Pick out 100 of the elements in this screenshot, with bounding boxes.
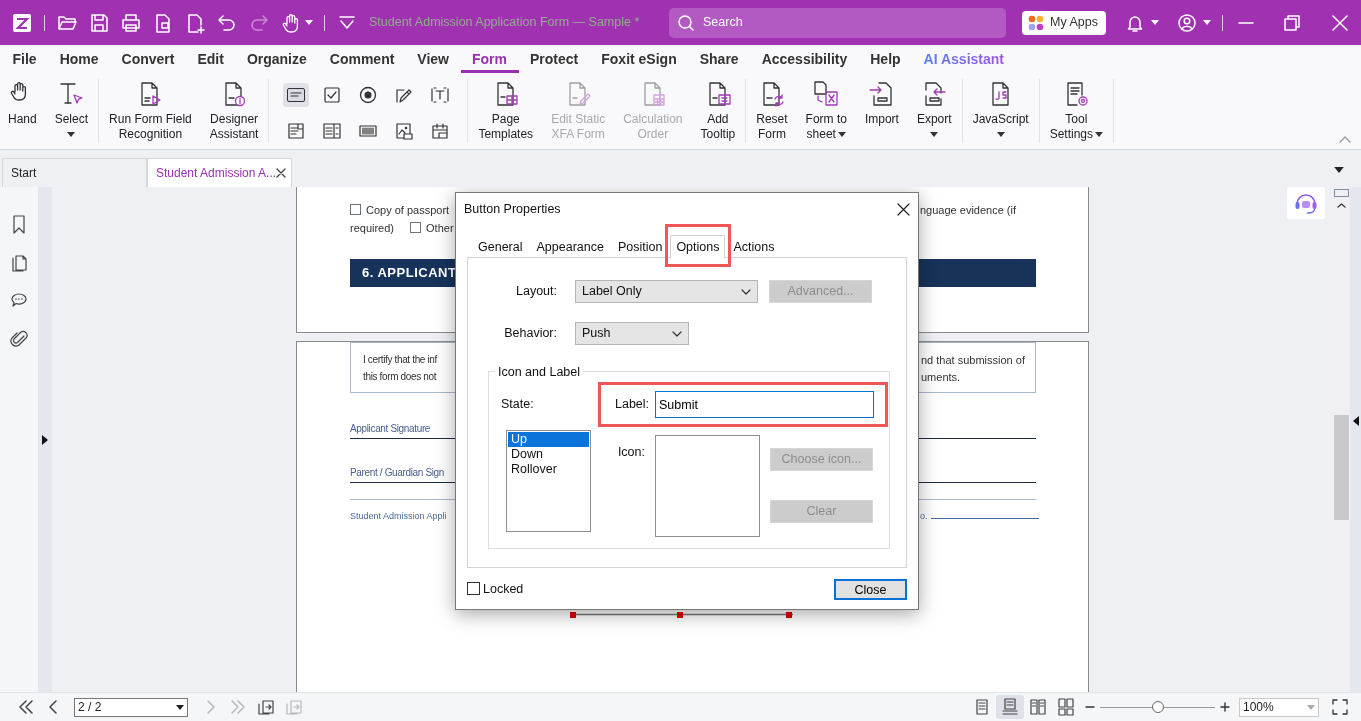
- dialog-tab[interactable]: General: [472, 236, 529, 257]
- menu-tab[interactable]: Help: [858, 47, 913, 73]
- ribbon-button[interactable]: Select: [49, 75, 94, 149]
- layout-dropdown[interactable]: Label Only: [575, 280, 758, 303]
- ribbon-button[interactable]: Run Form Field Recognition: [104, 75, 197, 149]
- two-page-continuous-icon: [1057, 698, 1075, 716]
- ai-assistant-button[interactable]: [1287, 187, 1325, 219]
- menu-tab[interactable]: Organize: [235, 47, 319, 73]
- slider-thumb[interactable]: [1151, 701, 1164, 713]
- window-title: Student Admission Application Form — Sample *: [369, 14, 641, 32]
- list-item[interactable]: Rollover: [508, 462, 589, 477]
- field-label: Icon:: [617, 445, 645, 459]
- image-icon: [394, 121, 415, 141]
- combo-box-icon: [286, 121, 307, 141]
- body-text: I certify that the inf: [363, 354, 437, 365]
- caret-icon: [305, 20, 313, 25]
- ribbon-button[interactable]: Add Tooltip: [695, 75, 741, 149]
- continuous-page-icon: [1001, 698, 1019, 716]
- list-box-icon: [322, 121, 343, 141]
- previous-view-icon: [257, 698, 275, 716]
- menu-tab[interactable]: Comment: [318, 47, 406, 73]
- button-field-icon: [286, 85, 307, 105]
- dialog-tab[interactable]: Position: [611, 236, 669, 257]
- ribbon-button[interactable]: Hand: [3, 75, 42, 149]
- signature-label: Applicant Signature: [350, 423, 431, 434]
- checkbox[interactable]: [350, 204, 361, 215]
- ribbon-button[interactable]: Form to sheet: [800, 75, 852, 149]
- ribbon-button[interactable]: Reset Form: [751, 75, 793, 149]
- menu-tab[interactable]: Convert: [110, 47, 186, 73]
- label-input[interactable]: Submit: [655, 391, 874, 418]
- locked-checkbox[interactable]: Locked: [467, 579, 524, 599]
- menu-tab[interactable]: View: [405, 47, 461, 73]
- radio-button-icon: [358, 85, 379, 105]
- menu-tab[interactable]: Form: [460, 47, 519, 73]
- next-view-icon: [285, 698, 303, 716]
- menu-tab[interactable]: Foxit eSign: [589, 47, 689, 73]
- close-icon[interactable]: [276, 168, 287, 178]
- footer-text: Student Admission Appli: [350, 511, 447, 521]
- calendar-icon: [430, 121, 451, 141]
- footer-text: o.: [920, 511, 928, 521]
- checkbox-icon: [322, 85, 343, 105]
- single-page-icon: [973, 698, 991, 716]
- fullscreen-icon: [1332, 699, 1348, 715]
- page-number-field[interactable]: 2 / 2: [74, 697, 188, 717]
- user-icon: [1177, 12, 1197, 33]
- ribbon-button[interactable]: Designer Assistant: [204, 75, 264, 149]
- app-logo-icon[interactable]: [11, 11, 33, 34]
- ribbon-button[interactable]: Tool Settings: [1044, 75, 1108, 149]
- body-text: uments.: [921, 369, 962, 385]
- document-tab[interactable]: Student Admission A...: [147, 158, 292, 187]
- menu-tab[interactable]: Home: [48, 47, 111, 73]
- ribbon-button[interactable]: Export: [911, 75, 957, 149]
- document-tab[interactable]: Start: [2, 158, 147, 187]
- menu-tab[interactable]: File: [1, 47, 49, 73]
- checkbox-label: Copy of passport: [366, 204, 450, 216]
- close-icon: [1330, 12, 1350, 33]
- dialog-tab[interactable]: Options: [670, 235, 726, 258]
- checkbox[interactable]: [410, 222, 422, 233]
- search-input[interactable]: Search: [701, 12, 981, 33]
- form-tool-button[interactable]: [283, 83, 310, 107]
- expand-panel-icon[interactable]: [1352, 416, 1359, 426]
- ribbon-button[interactable]: Page Templates: [473, 75, 539, 149]
- caret-icon: [1307, 704, 1315, 710]
- ribbon-button[interactable]: JavaScript: [967, 75, 1034, 149]
- ribbon-button[interactable]: Import: [859, 75, 904, 149]
- close-button[interactable]: Close: [834, 578, 907, 600]
- chevron-icon: [672, 330, 682, 337]
- field-label: State:: [501, 396, 535, 414]
- scrollbar-thumb[interactable]: [1334, 415, 1349, 520]
- close-icon[interactable]: [897, 203, 910, 216]
- zoom-field[interactable]: 100%: [1239, 697, 1319, 717]
- body-text: required): [350, 222, 395, 234]
- state-list[interactable]: Up Down Rollover: [506, 430, 591, 532]
- list-item[interactable]: Up: [508, 432, 589, 447]
- expand-panel-icon[interactable]: [42, 434, 48, 445]
- body-text: nd that submission of: [921, 352, 1026, 368]
- menu-tab[interactable]: Accessibility: [750, 47, 859, 73]
- apps-button[interactable]: My Apps: [1022, 10, 1106, 35]
- dialog-title: Button Properties: [464, 201, 561, 219]
- behavior-dropdown[interactable]: Push: [575, 322, 689, 345]
- list-item[interactable]: Down: [508, 447, 589, 462]
- tab-list-caret-icon[interactable]: [1334, 167, 1344, 173]
- last-page-icon: [229, 698, 247, 716]
- dialog-tab[interactable]: Appearance: [530, 236, 610, 257]
- minimize-icon: [1238, 21, 1254, 24]
- chevron-icon: [741, 288, 751, 295]
- attachment-icon[interactable]: [9, 328, 29, 348]
- search-bar[interactable]: Search: [669, 7, 1006, 38]
- pages-icon[interactable]: [9, 252, 29, 272]
- dialog-tab[interactable]: Actions: [727, 236, 781, 257]
- restore-icon: [1282, 12, 1302, 33]
- caret-icon: [1203, 20, 1211, 25]
- first-page-icon: [17, 698, 35, 716]
- menu-tab[interactable]: Edit: [185, 47, 236, 73]
- signature-label: Parent / Guardian Sign: [350, 467, 445, 478]
- plus-icon: [1220, 702, 1230, 712]
- collapse-icon: [1339, 135, 1351, 143]
- field-label: Behavior:: [503, 325, 557, 343]
- menu-tab[interactable]: Share: [688, 47, 751, 73]
- menu-tab[interactable]: Protect: [518, 47, 590, 73]
